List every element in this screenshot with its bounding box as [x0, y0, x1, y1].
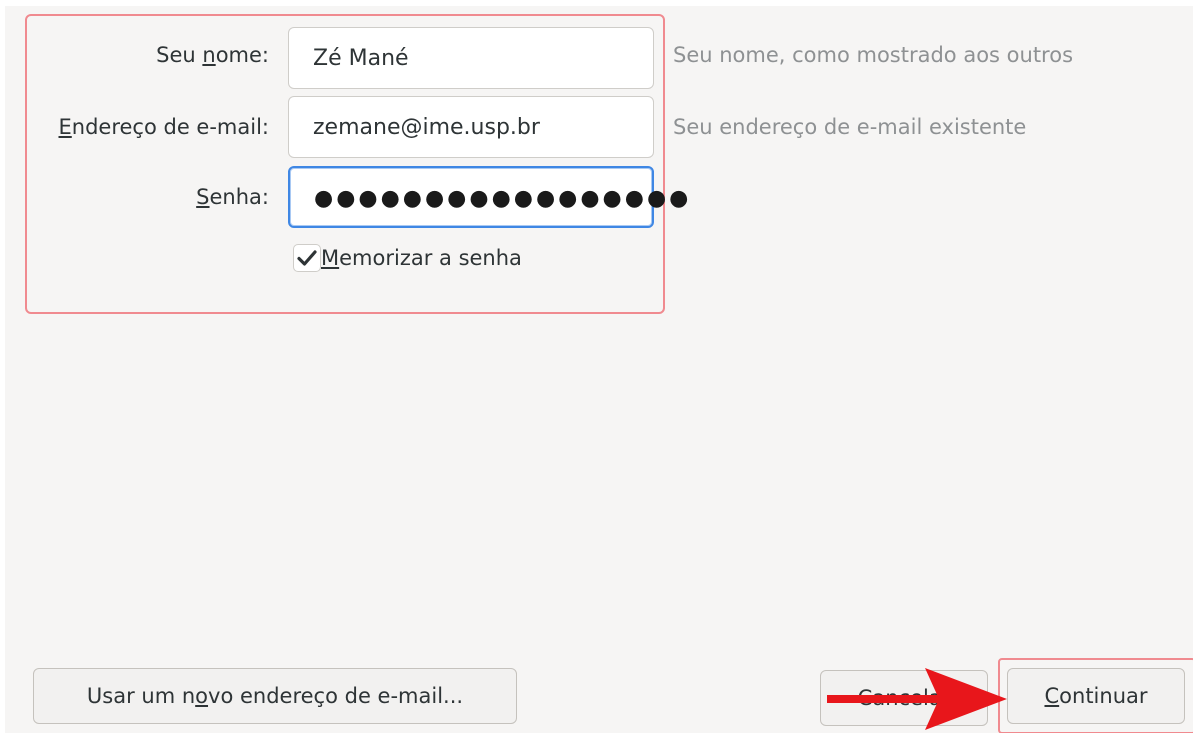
- remember-password-checkbox[interactable]: [293, 244, 321, 272]
- name-field[interactable]: Zé Mané: [288, 27, 654, 89]
- checkmark-icon: [297, 250, 317, 266]
- remember-password-row[interactable]: Memorizar a senha: [293, 241, 522, 275]
- use-new-address-label: Usar um novo endereço de e-mail...: [86, 684, 464, 708]
- account-setup-dialog: Seu nome: Zé Mané Seu nome, como mostrad…: [5, 0, 1193, 733]
- password-masked-value: ●●●●●●●●●●●●●●●●●: [314, 185, 692, 211]
- remember-password-label: Memorizar a senha: [321, 246, 522, 270]
- use-new-address-button[interactable]: Usar um novo endereço de e-mail...: [33, 668, 517, 724]
- password-label: Senha:: [196, 185, 269, 209]
- email-label: Endereço de e-mail:: [58, 115, 270, 139]
- continue-button[interactable]: Continuar: [1007, 668, 1185, 724]
- password-field[interactable]: ●●●●●●●●●●●●●●●●●: [288, 166, 688, 228]
- email-hint: Seu endereço de e-mail existente: [673, 115, 1027, 139]
- email-field[interactable]: zemane@ime.usp.br: [288, 96, 654, 158]
- name-label: Seu nome:: [156, 43, 269, 67]
- name-hint: Seu nome, como mostrado aos outros: [673, 43, 1074, 67]
- name-field-value: Zé Mané: [313, 45, 409, 71]
- top-edge: [0, 0, 1193, 6]
- email-field-value: zemane@ime.usp.br: [313, 114, 540, 140]
- red-arrow-icon: [827, 668, 1007, 730]
- continue-label: Continuar: [1044, 684, 1148, 708]
